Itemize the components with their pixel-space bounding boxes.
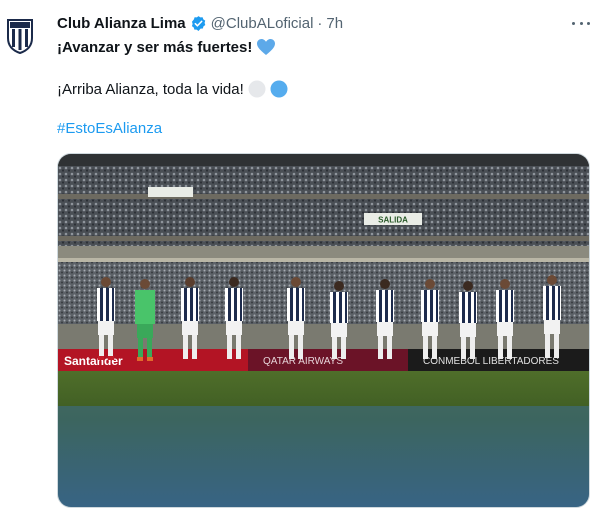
tweet-header: Club Alianza Lima @ClubALoficial · 7h (57, 12, 343, 34)
blue-circle-icon (270, 80, 288, 98)
exit-sign-text: SALIDA (378, 216, 408, 225)
tweet-photo[interactable]: SALIDA Santander QATAR AIRWAYS CONMEBOL … (57, 153, 590, 508)
banner-mid-text: QATAR AIRWAYS (263, 356, 343, 367)
verified-badge-icon (191, 15, 205, 31)
hashtag-link[interactable]: #EstoEsAlianza (57, 120, 162, 137)
tweet-text-regular: ¡Arriba Alianza, toda la vida! (57, 80, 244, 98)
avatar[interactable] (6, 18, 34, 55)
stadium-team-photo: SALIDA Santander QATAR AIRWAYS CONMEBOL … (58, 154, 589, 507)
tweet-text-bold: ¡Avanzar y ser más fuertes! (57, 38, 253, 56)
more-options-icon[interactable] (572, 14, 590, 32)
white-circle-icon (248, 80, 266, 98)
banner-right-text: CONMEBOL LIBERTADORES (423, 356, 559, 367)
separator-dot: · (317, 14, 323, 32)
blue-heart-icon (257, 39, 276, 55)
tweet-text-line-2: ¡Arriba Alianza, toda la vida! (57, 78, 288, 100)
user-handle[interactable]: @ClubALoficial (211, 15, 314, 32)
alianza-lima-crest-icon (7, 19, 33, 55)
stand-sign (148, 187, 193, 197)
timestamp[interactable]: 7h (326, 15, 343, 32)
display-name[interactable]: Club Alianza Lima (57, 15, 186, 32)
banner-left-text: Santander (64, 354, 123, 368)
tweet-text-line-1: ¡Avanzar y ser más fuertes! (57, 36, 276, 58)
